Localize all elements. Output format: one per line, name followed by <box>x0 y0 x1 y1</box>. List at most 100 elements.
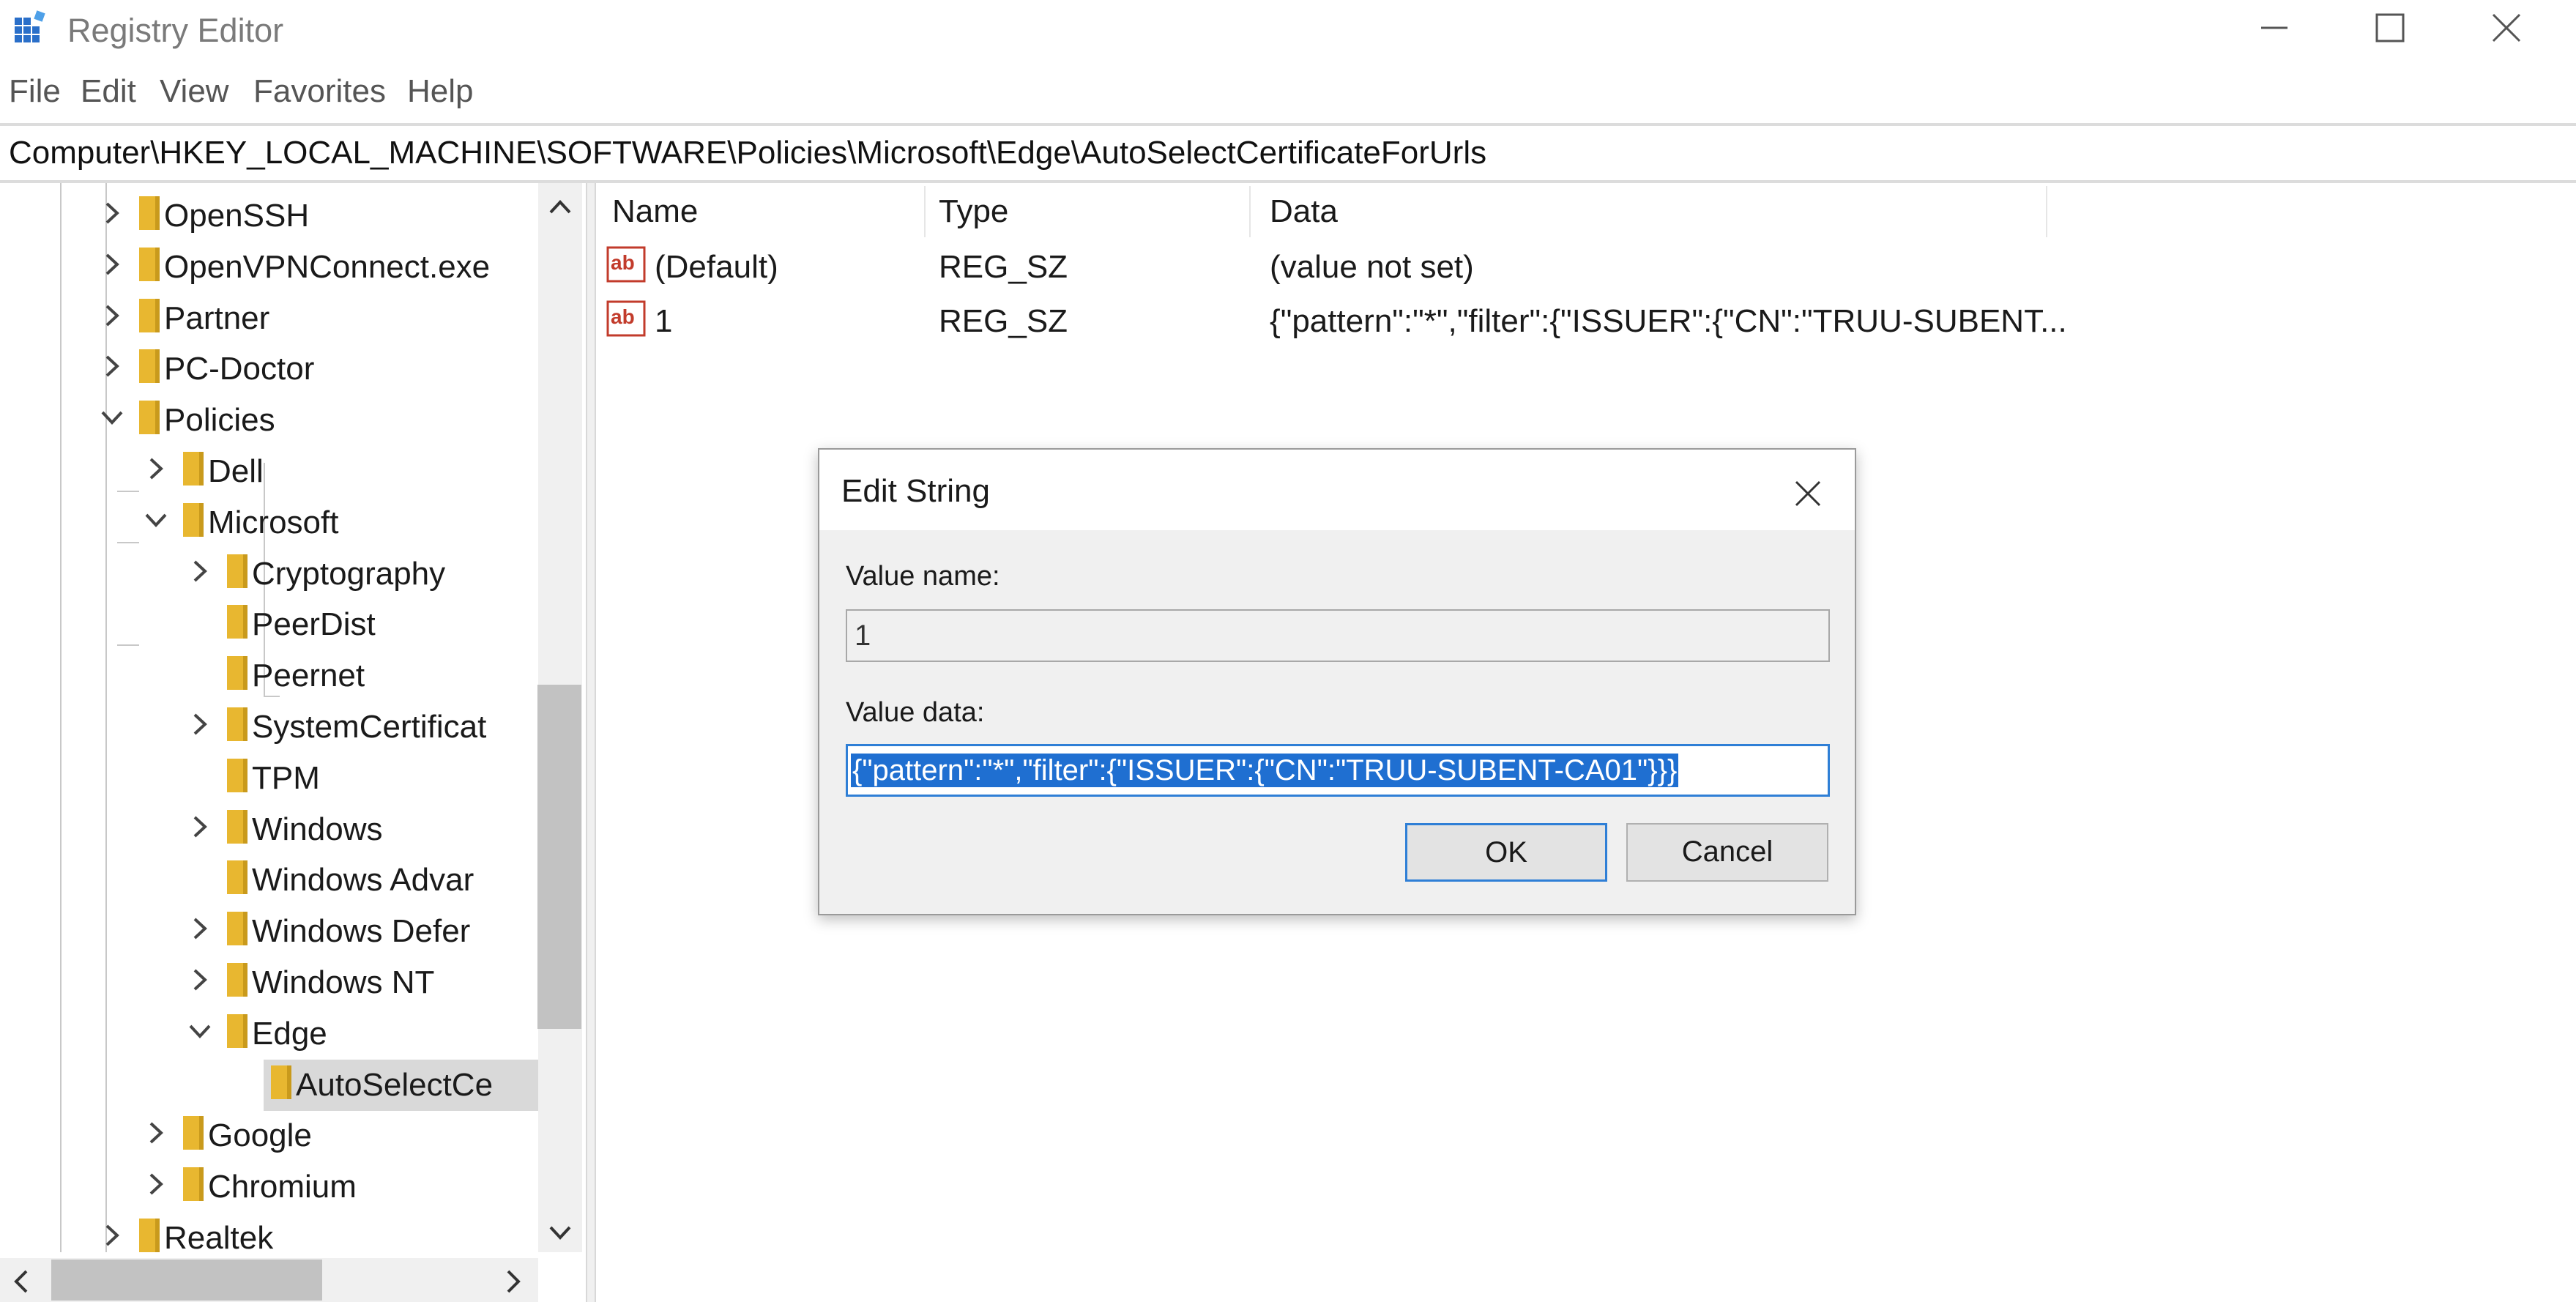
tree-item[interactable]: Policies <box>0 395 538 443</box>
tree-item-label: TPM <box>252 759 320 796</box>
tree-item[interactable]: Dell <box>0 446 538 494</box>
tree-item[interactable]: Google <box>0 1110 538 1158</box>
tree-item-label: Windows Defer <box>252 913 471 950</box>
tree-item-label: PeerDist <box>252 606 376 643</box>
chevron-down-icon[interactable] <box>186 1017 214 1045</box>
minimize-icon <box>2261 26 2287 29</box>
column-separator[interactable] <box>1249 186 1251 237</box>
menu-view[interactable]: View <box>160 73 229 110</box>
menu-help[interactable]: Help <box>407 73 474 110</box>
tree-item[interactable]: Cryptography <box>0 548 538 597</box>
folder-icon <box>227 912 247 946</box>
tree-item-label: AutoSelectCe <box>296 1066 494 1103</box>
tree-item-label: Windows Advar <box>252 862 474 899</box>
chevron-right-icon[interactable] <box>186 813 214 841</box>
tree-item[interactable]: Edge <box>0 1008 538 1057</box>
menu-edit[interactable]: Edit <box>81 73 136 110</box>
tree-item[interactable]: SystemCertificat <box>0 702 538 750</box>
dialog-close-icon[interactable] <box>1786 472 1830 516</box>
column-header-data[interactable]: Data <box>1270 193 1338 230</box>
tree-item[interactable]: OpenVPNConnect.exe <box>0 242 538 290</box>
scroll-right-arrow-icon[interactable] <box>498 1265 527 1298</box>
tree-item[interactable]: Windows NT <box>0 957 538 1005</box>
column-separator[interactable] <box>2046 186 2047 237</box>
list-row-1[interactable]: ab 1 REG_SZ {"pattern":"*","filter":{"IS… <box>598 294 2067 347</box>
chevron-right-icon[interactable] <box>186 966 214 994</box>
menu-favorites[interactable]: Favorites <box>253 73 386 110</box>
value-data-text-selected[interactable]: {"pattern":"*","filter":{"ISSUER":{"CN":… <box>851 754 1679 787</box>
ok-button[interactable]: OK <box>1405 823 1607 882</box>
tree-item[interactable]: Windows <box>0 804 538 852</box>
tree-item[interactable]: Realtek <box>0 1213 538 1252</box>
value-name-label: Value name: <box>846 561 1000 592</box>
scroll-up-arrow-icon[interactable] <box>542 192 578 221</box>
tree-item-label: Edge <box>252 1015 327 1052</box>
chevron-right-icon[interactable] <box>142 455 170 483</box>
value-data: (value not set) <box>1270 249 1474 285</box>
folder-icon <box>139 298 160 332</box>
svg-text:ab: ab <box>611 251 635 274</box>
chevron-down-icon[interactable] <box>142 506 170 534</box>
tree-item[interactable]: TPM <box>0 753 538 801</box>
folder-icon <box>227 758 247 792</box>
folder-icon <box>139 349 160 384</box>
value-data-field[interactable]: {"pattern":"*","filter":{"ISSUER":{"CN":… <box>846 744 1830 797</box>
chevron-right-icon[interactable] <box>142 1119 170 1147</box>
tree-item[interactable]: Windows Advar <box>0 855 538 903</box>
close-icon <box>2492 13 2521 42</box>
folder-icon <box>139 401 160 435</box>
tree-item-label: Dell <box>208 453 264 489</box>
folder-icon <box>227 707 247 741</box>
folder-icon <box>183 452 204 486</box>
tree-item-label: Partner <box>164 300 270 336</box>
chevron-down-icon[interactable] <box>98 403 126 431</box>
value-data: {"pattern":"*","filter":{"ISSUER":{"CN":… <box>1270 303 2067 339</box>
chevron-right-icon[interactable] <box>186 557 214 585</box>
cancel-button[interactable]: Cancel <box>1626 823 1828 882</box>
tree-item[interactable]: AutoSelectCe <box>0 1059 538 1111</box>
column-header-name[interactable]: Name <box>612 193 698 230</box>
value-name-field[interactable] <box>846 609 1830 662</box>
column-separator[interactable] <box>924 186 926 237</box>
chevron-right-icon[interactable] <box>186 915 214 942</box>
string-value-icon: ab <box>606 246 646 283</box>
tree-item[interactable]: Chromium <box>0 1161 538 1210</box>
chevron-right-icon[interactable] <box>98 352 126 380</box>
tree-item[interactable]: OpenSSH <box>0 190 538 239</box>
scroll-down-arrow-icon[interactable] <box>542 1219 578 1248</box>
minimize-button[interactable] <box>2211 0 2336 59</box>
maximize-button[interactable] <box>2329 0 2453 59</box>
tree-item[interactable]: Microsoft <box>0 497 538 546</box>
address-path[interactable]: Computer\HKEY_LOCAL_MACHINE\SOFTWARE\Pol… <box>9 135 1486 171</box>
tree-horizontal-scroll-thumb[interactable] <box>51 1260 322 1301</box>
value-data-label: Value data: <box>846 697 985 728</box>
pane-splitter[interactable] <box>586 183 596 1302</box>
chevron-right-icon[interactable] <box>186 710 214 738</box>
chevron-right-icon[interactable] <box>142 1170 170 1198</box>
address-bar[interactable]: Computer\HKEY_LOCAL_MACHINE\SOFTWARE\Pol… <box>0 123 2576 183</box>
tree-item[interactable]: Peernet <box>0 650 538 699</box>
registry-editor-icon <box>15 10 45 42</box>
tree-item-label: Cryptography <box>252 555 446 592</box>
value-type: REG_SZ <box>939 303 1068 339</box>
chevron-right-icon[interactable] <box>98 250 126 278</box>
registry-tree[interactable]: OpenSSH OpenVPNConnect.exe Partner PC-Docto… <box>0 183 586 1252</box>
tree-item-label: SystemCertificat <box>252 709 487 745</box>
close-window-button[interactable] <box>2449 0 2574 59</box>
chevron-right-icon[interactable] <box>98 199 126 227</box>
tree-item[interactable]: Partner <box>0 293 538 341</box>
dialog-title-bar: Edit String <box>819 450 1855 530</box>
chevron-right-icon[interactable] <box>98 1221 126 1249</box>
tree-item[interactable]: PC-Doctor <box>0 343 538 392</box>
scroll-left-arrow-icon[interactable] <box>7 1265 37 1298</box>
tree-item-label: Windows NT <box>252 964 435 1000</box>
chevron-right-icon[interactable] <box>98 302 126 330</box>
column-header-type[interactable]: Type <box>939 193 1008 230</box>
tree-item[interactable]: PeerDist <box>0 599 538 647</box>
tree-item[interactable]: Windows Defer <box>0 906 538 954</box>
menu-file[interactable]: File <box>9 73 61 110</box>
tree-item-label: Microsoft <box>208 504 339 540</box>
svg-text:ab: ab <box>611 305 635 328</box>
list-row-default[interactable]: ab (Default) REG_SZ (value not set) <box>598 240 2062 293</box>
tree-vertical-scroll-thumb[interactable] <box>537 685 581 1029</box>
